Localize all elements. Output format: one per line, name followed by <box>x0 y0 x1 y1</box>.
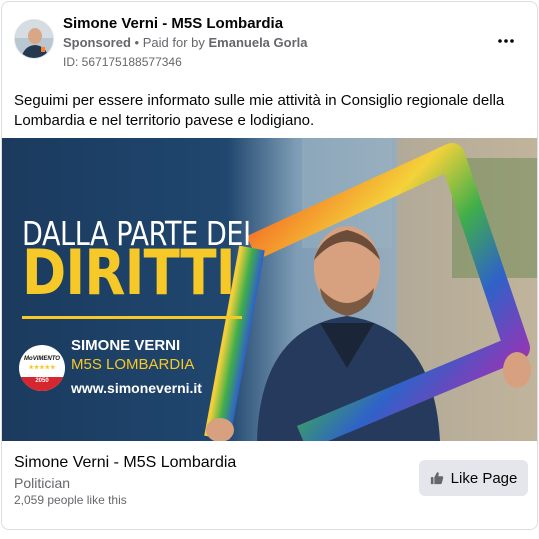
image-title-line2: DIRITTI <box>22 236 236 309</box>
like-page-label: Like Page <box>450 469 518 487</box>
more-horizontal-icon <box>498 39 514 43</box>
more-options-button[interactable] <box>493 28 519 54</box>
post-header: Simone Verni - M5S Lombardia Sponsored •… <box>2 2 537 82</box>
meta-separator: • <box>134 35 140 50</box>
page-avatar[interactable] <box>14 19 54 59</box>
thumbs-up-icon <box>430 472 443 485</box>
ad-image[interactable]: DALLA PARTE DEI DIRITTI SIMONE VERNI M5S… <box>2 138 537 441</box>
paid-for-name: Emanuela Gorla <box>208 35 308 50</box>
page-footer: Simone Verni - M5S Lombardia Politician … <box>2 442 537 529</box>
image-candidate-name: SIMONE VERNI <box>71 337 181 354</box>
sponsored-label[interactable]: Sponsored <box>63 35 131 50</box>
like-page-button[interactable]: Like Page <box>419 460 528 496</box>
post-text: Seguimi per essere informato sulle mie a… <box>14 92 505 129</box>
logo-word: MoVIMENTO <box>24 356 60 362</box>
footer-like-count: 2,059 people like this <box>14 493 127 507</box>
sponsored-meta: Sponsored • Paid for by Emanuela Gorla <box>63 35 307 50</box>
image-url: www.simoneverni.it <box>71 380 202 396</box>
m5s-logo: MoVIMENTO ★★★★★ 2050 <box>19 345 65 391</box>
footer-page-name[interactable]: Simone Verni - M5S Lombardia <box>14 454 236 472</box>
logo-stars: ★★★★★ <box>28 365 56 371</box>
sponsored-post-card: Simone Verni - M5S Lombardia Sponsored •… <box>1 1 538 530</box>
image-candidate-sub: M5S LOMBARDIA <box>71 356 195 373</box>
logo-year: 2050 <box>19 377 65 391</box>
paid-for-prefix: Paid for by <box>142 35 205 50</box>
footer-category: Politician <box>14 475 71 491</box>
ad-id: ID: 567175188577346 <box>63 55 182 69</box>
page-name-link[interactable]: Simone Verni - M5S Lombardia <box>63 15 283 32</box>
